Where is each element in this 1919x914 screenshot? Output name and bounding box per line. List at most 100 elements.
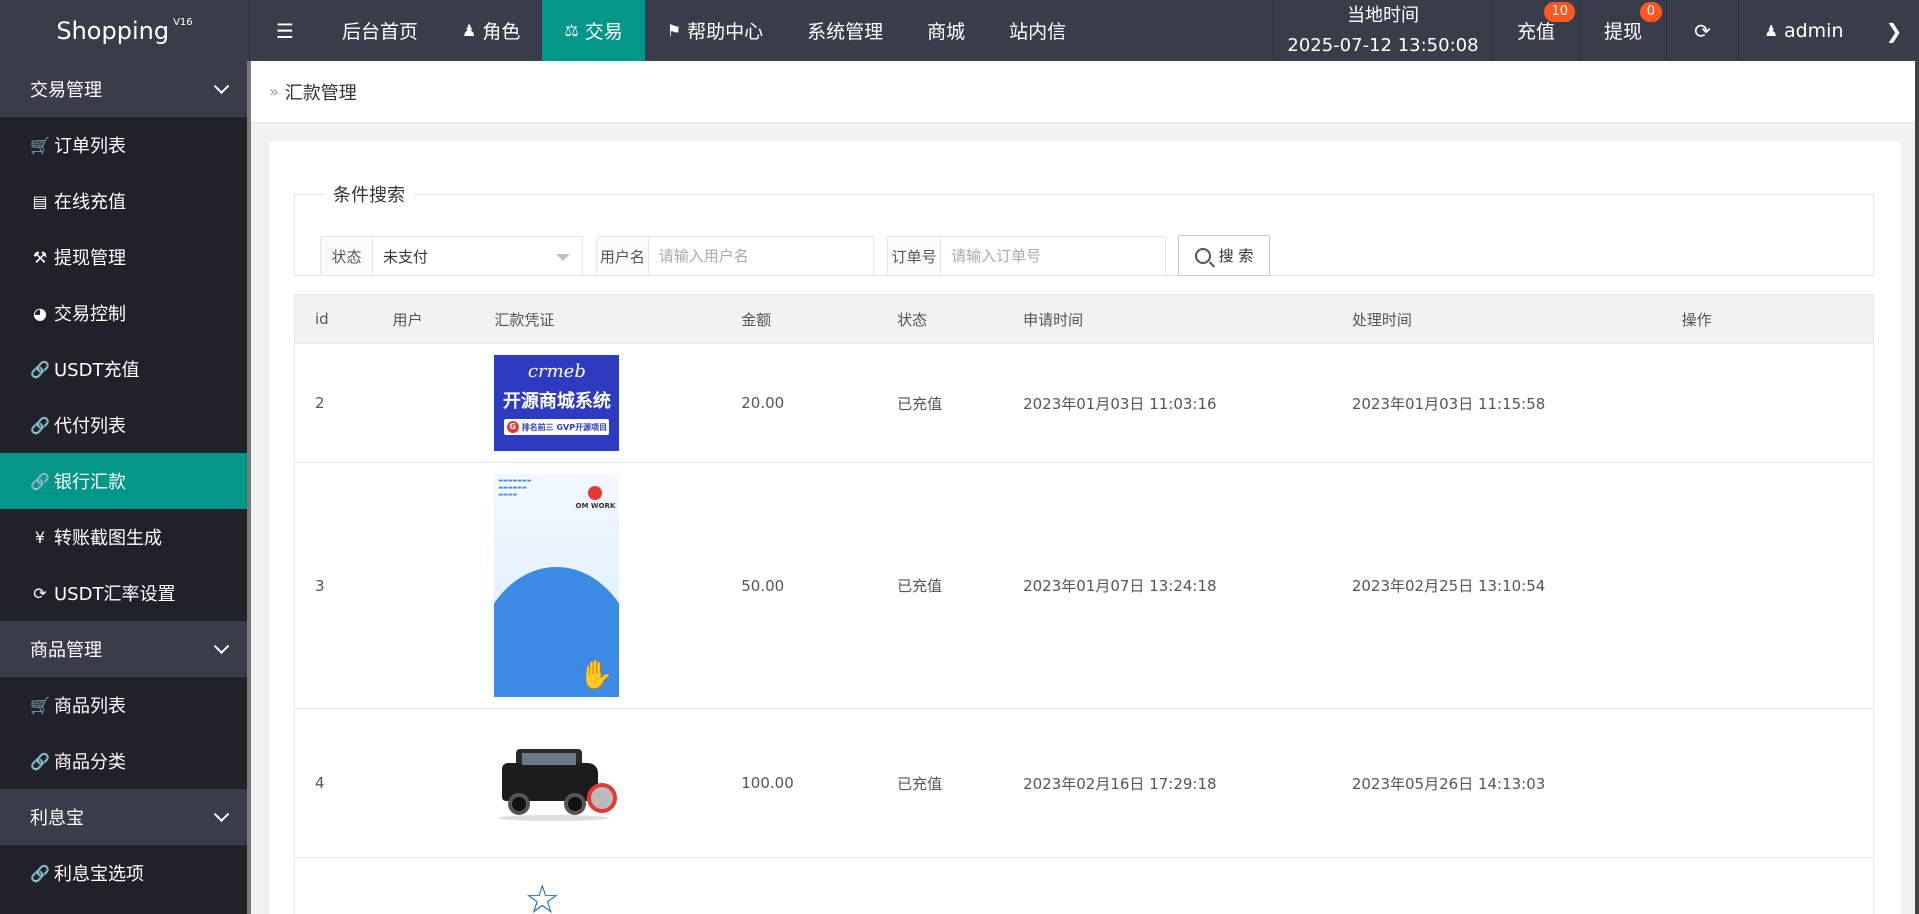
- table-row[interactable]: ☆: [294, 857, 1874, 914]
- col-id[interactable]: id: [294, 294, 373, 344]
- order-label: 订单号: [888, 237, 942, 275]
- refresh-icon[interactable]: ⟳: [1667, 0, 1739, 61]
- recharge-button[interactable]: 充值 10: [1493, 0, 1580, 61]
- sidebar-item-product-category[interactable]: 🔗 商品分类: [0, 733, 247, 789]
- tabs-scroll-right-icon[interactable]: ❯: [1869, 0, 1919, 61]
- col-status[interactable]: 状态: [877, 294, 1004, 344]
- recharge-badge: 10: [1544, 2, 1575, 22]
- voucher-logo-text: OM WORK: [575, 502, 616, 510]
- refresh-icon: ⟳: [33, 583, 47, 603]
- sidebar-group-label: 利息宝: [30, 808, 84, 829]
- voucher-brand: crmeb: [527, 361, 586, 382]
- sidebar-item-label: 利息宝选项: [54, 864, 144, 885]
- logo-version: V16: [173, 17, 193, 28]
- search-icon: [1194, 247, 1211, 264]
- nav-trade[interactable]: ⚖ 交易: [542, 0, 645, 61]
- status-select[interactable]: 状态 未支付: [320, 236, 583, 276]
- sidebar-item-bank-transfer[interactable]: 🔗 银行汇款: [0, 453, 247, 509]
- content-card: 条件搜索 状态 未支付 用户名 订单号 搜 索: [269, 141, 1901, 914]
- sidebar-item-online-recharge[interactable]: ▤ 在线充值: [0, 173, 247, 229]
- withdraw-button[interactable]: 提现 0: [1580, 0, 1667, 61]
- search-button-label: 搜 索: [1218, 247, 1254, 265]
- nav-home[interactable]: 后台首页: [320, 0, 440, 61]
- sidebar-item-orders[interactable]: 🛒 订单列表: [0, 117, 247, 173]
- sidebar-item-usdt-rate[interactable]: ⟳ USDT汇率设置: [0, 565, 247, 621]
- cell-process-time: 2023年05月26日 14:13:03: [1331, 708, 1662, 858]
- cell-user: [372, 708, 475, 858]
- sidebar-item-label: 在线充值: [54, 192, 126, 213]
- brake-disc: [587, 783, 618, 813]
- voucher-image[interactable]: ▬▬▬▬▬▬▬ ▬▬▬▬▬▬ ▬▬▬▬ OM WORK ✋: [494, 474, 620, 697]
- sidebar-group-interest[interactable]: 利息宝: [0, 789, 247, 845]
- search-button[interactable]: 搜 索: [1178, 235, 1270, 276]
- cell-voucher: [474, 708, 722, 858]
- nav-roles[interactable]: ♟ 角色: [440, 0, 542, 61]
- col-actions[interactable]: 操作: [1661, 294, 1874, 344]
- car-wheel: [564, 793, 587, 815]
- clock-label: 当地时间: [1346, 4, 1419, 26]
- sidebar-item-interest-options[interactable]: 🔗 利息宝选项: [0, 845, 247, 901]
- sidebar-item-trade-control[interactable]: ◕ 交易控制: [0, 285, 247, 341]
- menu-toggle-icon[interactable]: ☰: [250, 0, 320, 61]
- sidebar-item-label: 商品分类: [54, 752, 126, 773]
- cell-status: 已充值: [877, 343, 1004, 463]
- cell-process-time: 2023年01月03日 11:15:58: [1331, 343, 1662, 463]
- nav-system[interactable]: 系统管理: [785, 0, 905, 61]
- sidebar-item-label: USDT充值: [54, 360, 140, 381]
- cell-apply-time: 2023年01月03日 11:03:16: [1003, 343, 1332, 463]
- table-row[interactable]: 2 crmeb 开源商城系统 G 排名前三 GVP开源项目 20.00 已充值 2…: [294, 343, 1874, 463]
- sidebar-item-usdt-recharge[interactable]: 🔗 USDT充值: [0, 341, 247, 397]
- sidebar-group-products[interactable]: 商品管理: [0, 621, 247, 677]
- sidebar-item-label: 商品列表: [54, 696, 126, 717]
- table-header-row: id 用户 汇款凭证 金额 状态 申请时间 处理时间 操作: [294, 294, 1874, 344]
- col-amount[interactable]: 金额: [721, 294, 878, 344]
- chevron-down-icon: [213, 78, 230, 95]
- sidebar-item-product-list[interactable]: 🛒 商品列表: [0, 677, 247, 733]
- voucher-subtitle: 排名前三 GVP开源项目: [521, 422, 608, 432]
- col-process-time[interactable]: 处理时间: [1331, 294, 1662, 344]
- cell-apply-time: [1003, 857, 1332, 914]
- nav-messages-label: 站内信: [1009, 21, 1067, 43]
- cell-id: 4: [294, 708, 373, 858]
- chevron-down-icon: [213, 806, 230, 823]
- table-row[interactable]: 3 ▬▬▬▬▬▬▬ ▬▬▬▬▬▬ ▬▬▬▬ OM WORK ✋ 50.00 已充值 …: [294, 462, 1874, 709]
- nav-home-label: 后台首页: [342, 21, 419, 43]
- sidebar-item-transfer-screenshot[interactable]: ¥ 转账截图生成: [0, 509, 247, 565]
- username-input[interactable]: [648, 237, 873, 275]
- star-icon[interactable]: ☆: [524, 880, 584, 914]
- nav-mall[interactable]: 商城: [905, 0, 987, 61]
- scale-icon: ⚖: [564, 21, 579, 40]
- link-icon: 🔗: [30, 471, 50, 491]
- app-logo[interactable]: Shopping V16: [0, 0, 250, 61]
- col-voucher[interactable]: 汇款凭证: [474, 294, 722, 344]
- col-apply-time[interactable]: 申请时间: [1003, 294, 1332, 344]
- username-field: 用户名: [596, 236, 874, 276]
- order-input[interactable]: [941, 237, 1165, 275]
- user-menu[interactable]: ♟ admin: [1739, 0, 1869, 61]
- gauge-icon: ◕: [33, 303, 47, 323]
- sidebar-item-payouts[interactable]: 🔗 代付列表: [0, 397, 247, 453]
- sidebar-group-trade[interactable]: 交易管理: [0, 61, 247, 117]
- voucher-image[interactable]: [494, 743, 619, 823]
- g-logo-icon: G: [506, 421, 519, 433]
- cell-user: [372, 462, 475, 709]
- col-user[interactable]: 用户: [372, 294, 475, 344]
- status-value[interactable]: 未支付: [373, 237, 582, 275]
- nav-messages[interactable]: 站内信: [987, 0, 1088, 61]
- voucher-title: 开源商城系统: [502, 391, 611, 412]
- yen-icon: ¥: [34, 527, 46, 547]
- cell-apply-time: 2023年01月07日 13:24:18: [1003, 462, 1332, 709]
- table-row[interactable]: 4 100.00 已充值 2023年02月16日 17:29:18 2023年0…: [294, 708, 1874, 858]
- page-scrollbar[interactable]: [1915, 61, 1919, 914]
- cell-amount: [721, 857, 878, 914]
- link-icon: 🔗: [30, 359, 50, 379]
- sidebar-item-withdrawals[interactable]: ⚒ 提现管理: [0, 229, 247, 285]
- sidebar-item-label: 交易控制: [54, 304, 126, 325]
- clock-value: 2025-07-12 13:50:08: [1287, 34, 1479, 56]
- local-clock: 当地时间 2025-07-12 13:50:08: [1272, 0, 1493, 61]
- cell-process-time: 2023年02月25日 13:10:54: [1331, 462, 1662, 709]
- logo-text: Shopping: [56, 16, 170, 45]
- nav-help[interactable]: ⚑ 帮助中心: [645, 0, 785, 61]
- chevron-down-icon: [213, 638, 230, 655]
- voucher-image[interactable]: crmeb 开源商城系统 G 排名前三 GVP开源项目: [494, 355, 620, 451]
